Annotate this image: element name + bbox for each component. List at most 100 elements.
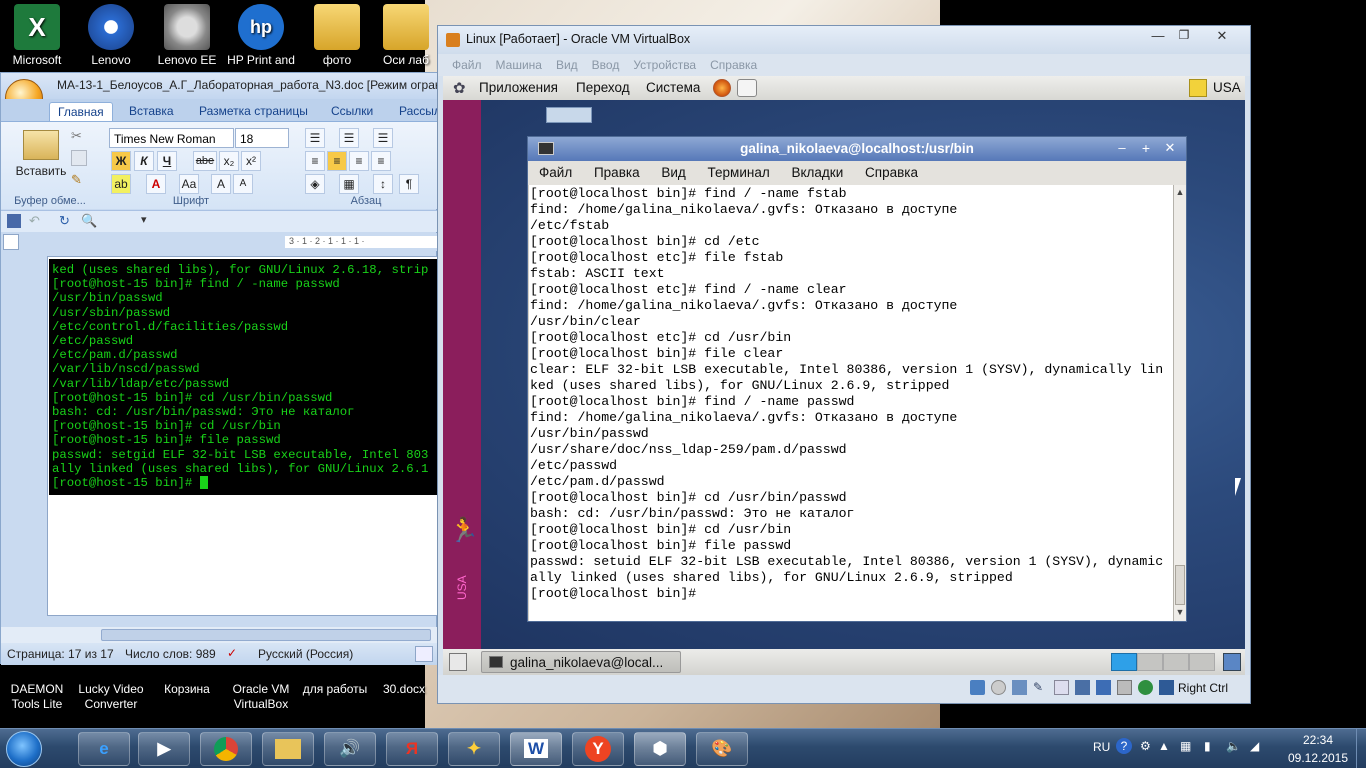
font-size-select[interactable]: 18	[235, 128, 289, 148]
taskbar-chrome[interactable]	[200, 732, 252, 766]
vbox-menu-view[interactable]: Вид	[556, 58, 578, 72]
desktop-icon-virtualbox[interactable]: Oracle VM VirtualBox	[224, 682, 298, 712]
desktop-icon-foto[interactable]: фото	[300, 4, 374, 68]
bullets-button[interactable]: ☰	[305, 128, 325, 148]
grow-font-button[interactable]: A	[211, 174, 231, 194]
network-icon[interactable]	[1012, 680, 1027, 695]
show-desktop-icon[interactable]	[449, 653, 467, 671]
clock-date[interactable]: 09.12.2015	[1284, 751, 1352, 765]
terminal-menu-edit[interactable]: Правка	[594, 165, 640, 180]
change-case-button[interactable]: Aa	[179, 174, 199, 194]
taskbar-media-player[interactable]: ▶	[138, 732, 190, 766]
font-color-button[interactable]: A	[146, 174, 166, 194]
desktop-icon-osi[interactable]: Оси лаб	[376, 4, 436, 68]
taskbar-yandex-browser[interactable]: Y	[572, 732, 624, 766]
print-layout-view-icon[interactable]	[415, 646, 433, 662]
numbering-button[interactable]: ☰	[339, 128, 359, 148]
strikethrough-button[interactable]: abe	[193, 151, 217, 171]
language-indicator[interactable]: RU	[1093, 740, 1110, 754]
close-button[interactable]: ✕	[1208, 28, 1236, 46]
terminal-scrollbar[interactable]: ▲ ▼	[1173, 185, 1186, 621]
start-button[interactable]	[6, 731, 42, 767]
workspace-1[interactable]	[1111, 653, 1137, 671]
terminal-menu-terminal[interactable]: Терминал	[708, 165, 770, 180]
scroll-thumb[interactable]	[101, 629, 431, 641]
workspace-3[interactable]	[1163, 653, 1189, 671]
sort-button[interactable]: ↕	[373, 174, 393, 194]
shrink-font-button[interactable]: A	[233, 174, 253, 194]
tab-page-layout[interactable]: Разметка страницы	[191, 102, 316, 121]
terminal-menu-view[interactable]: Вид	[661, 165, 685, 180]
panel-applications[interactable]: Приложения	[479, 80, 558, 95]
panel-places[interactable]: Переход	[576, 80, 630, 95]
justify-button[interactable]: ≡	[371, 151, 391, 171]
terminal-menu-file[interactable]: Файл	[539, 165, 572, 180]
tray-icon-1[interactable]: ⚙	[1140, 739, 1151, 753]
desktop-icon-daemon-tools[interactable]: DAEMON Tools Lite	[0, 682, 74, 712]
volume-icon[interactable]: 🔈	[1226, 739, 1241, 753]
align-right-button[interactable]: ≡	[349, 151, 369, 171]
language-status[interactable]: Русский (Россия)	[258, 647, 353, 661]
borders-button[interactable]: ▦	[339, 174, 359, 194]
customize-toolbar-icon[interactable]: ▾	[141, 213, 147, 226]
vbox-menu-input[interactable]: Ввод	[592, 58, 620, 72]
minimize-button[interactable]: —	[1146, 28, 1170, 46]
taskbar-explorer[interactable]	[262, 732, 314, 766]
tab-insert[interactable]: Вставка	[121, 102, 182, 121]
taskbar-yandex[interactable]: Я	[386, 732, 438, 766]
mouse-integration-icon[interactable]	[1138, 680, 1153, 695]
spelling-icon[interactable]: ✓	[227, 646, 237, 660]
taskbar-paint[interactable]: 🎨	[696, 732, 748, 766]
shading-button[interactable]: ◈	[305, 174, 325, 194]
copy-icon[interactable]	[71, 150, 87, 166]
taskbar-virtualbox[interactable]: ⬢	[634, 732, 686, 766]
desktop-icon-lenovo-ee[interactable]: Lenovo EE	[150, 4, 224, 68]
scroll-up-arrow[interactable]: ▲	[1175, 187, 1185, 197]
cut-icon[interactable]: ✂	[71, 128, 87, 144]
desktop-icon-recycle-bin[interactable]: Корзина	[150, 682, 224, 697]
network-tray-icon[interactable]: ▦	[1180, 739, 1191, 753]
wifi-icon[interactable]: ◢	[1250, 739, 1259, 753]
print-preview-icon[interactable]: 🔍	[81, 213, 97, 229]
font-name-select[interactable]: Times New Roman	[109, 128, 234, 148]
terminal-menu-help[interactable]: Справка	[865, 165, 918, 180]
vbox-menu-help[interactable]: Справка	[710, 58, 757, 72]
paste-button[interactable]: Вставить	[11, 164, 71, 178]
desktop-icon-lenovo[interactable]: Lenovo	[74, 4, 148, 68]
workspace-4[interactable]	[1189, 653, 1215, 671]
maximize-button[interactable]: ❐	[1172, 28, 1196, 46]
panel-system[interactable]: Система	[646, 80, 700, 95]
taskbar-internet-explorer[interactable]: e	[78, 732, 130, 766]
keyboard-layout-label[interactable]: USA	[1213, 80, 1241, 95]
underline-button[interactable]: Ч	[157, 151, 177, 171]
hdd-icon[interactable]	[970, 680, 985, 695]
italic-button[interactable]: К	[134, 151, 154, 171]
shared-folders-icon[interactable]	[1054, 680, 1069, 695]
undo-icon[interactable]: ↶	[29, 213, 40, 229]
bold-button[interactable]: Ж	[111, 151, 131, 171]
cd-icon[interactable]	[991, 680, 1006, 695]
clock-time[interactable]: 22:34	[1290, 733, 1346, 747]
mail-icon[interactable]	[737, 79, 757, 97]
save-icon[interactable]	[7, 214, 21, 228]
desktop-icon-30-docx[interactable]: 30.docx	[374, 682, 434, 697]
vbox-menu-file[interactable]: Файл	[452, 58, 482, 72]
taskbar-terminal-button[interactable]: galina_nikolaeva@local...	[481, 651, 681, 673]
terminal-menu-tabs[interactable]: Вкладки	[791, 165, 843, 180]
computer-desktop-icon[interactable]	[546, 107, 592, 123]
workspace-2[interactable]	[1137, 653, 1163, 671]
scroll-down-arrow[interactable]: ▼	[1175, 607, 1185, 617]
terminal-close-button[interactable]: ✕	[1160, 140, 1180, 158]
cpu-icon[interactable]	[1117, 680, 1132, 695]
show-desktop-button[interactable]	[1356, 729, 1366, 768]
battery-icon[interactable]: ▮	[1204, 739, 1211, 753]
format-painter-icon[interactable]: ✎	[71, 172, 87, 188]
terminal-minimize-button[interactable]: –	[1112, 140, 1132, 158]
tab-selector[interactable]	[3, 234, 19, 250]
desktop-icon-lucky-video[interactable]: Lucky Video Converter	[74, 682, 148, 712]
taskbar-word[interactable]: W	[510, 732, 562, 766]
desktop-icon-hp-print[interactable]: hp HP Print and	[224, 4, 298, 68]
vbox-menu-machine[interactable]: Машина	[496, 58, 542, 72]
show-marks-button[interactable]: ¶	[399, 174, 419, 194]
taskbar-app-7[interactable]: ✦	[448, 732, 500, 766]
